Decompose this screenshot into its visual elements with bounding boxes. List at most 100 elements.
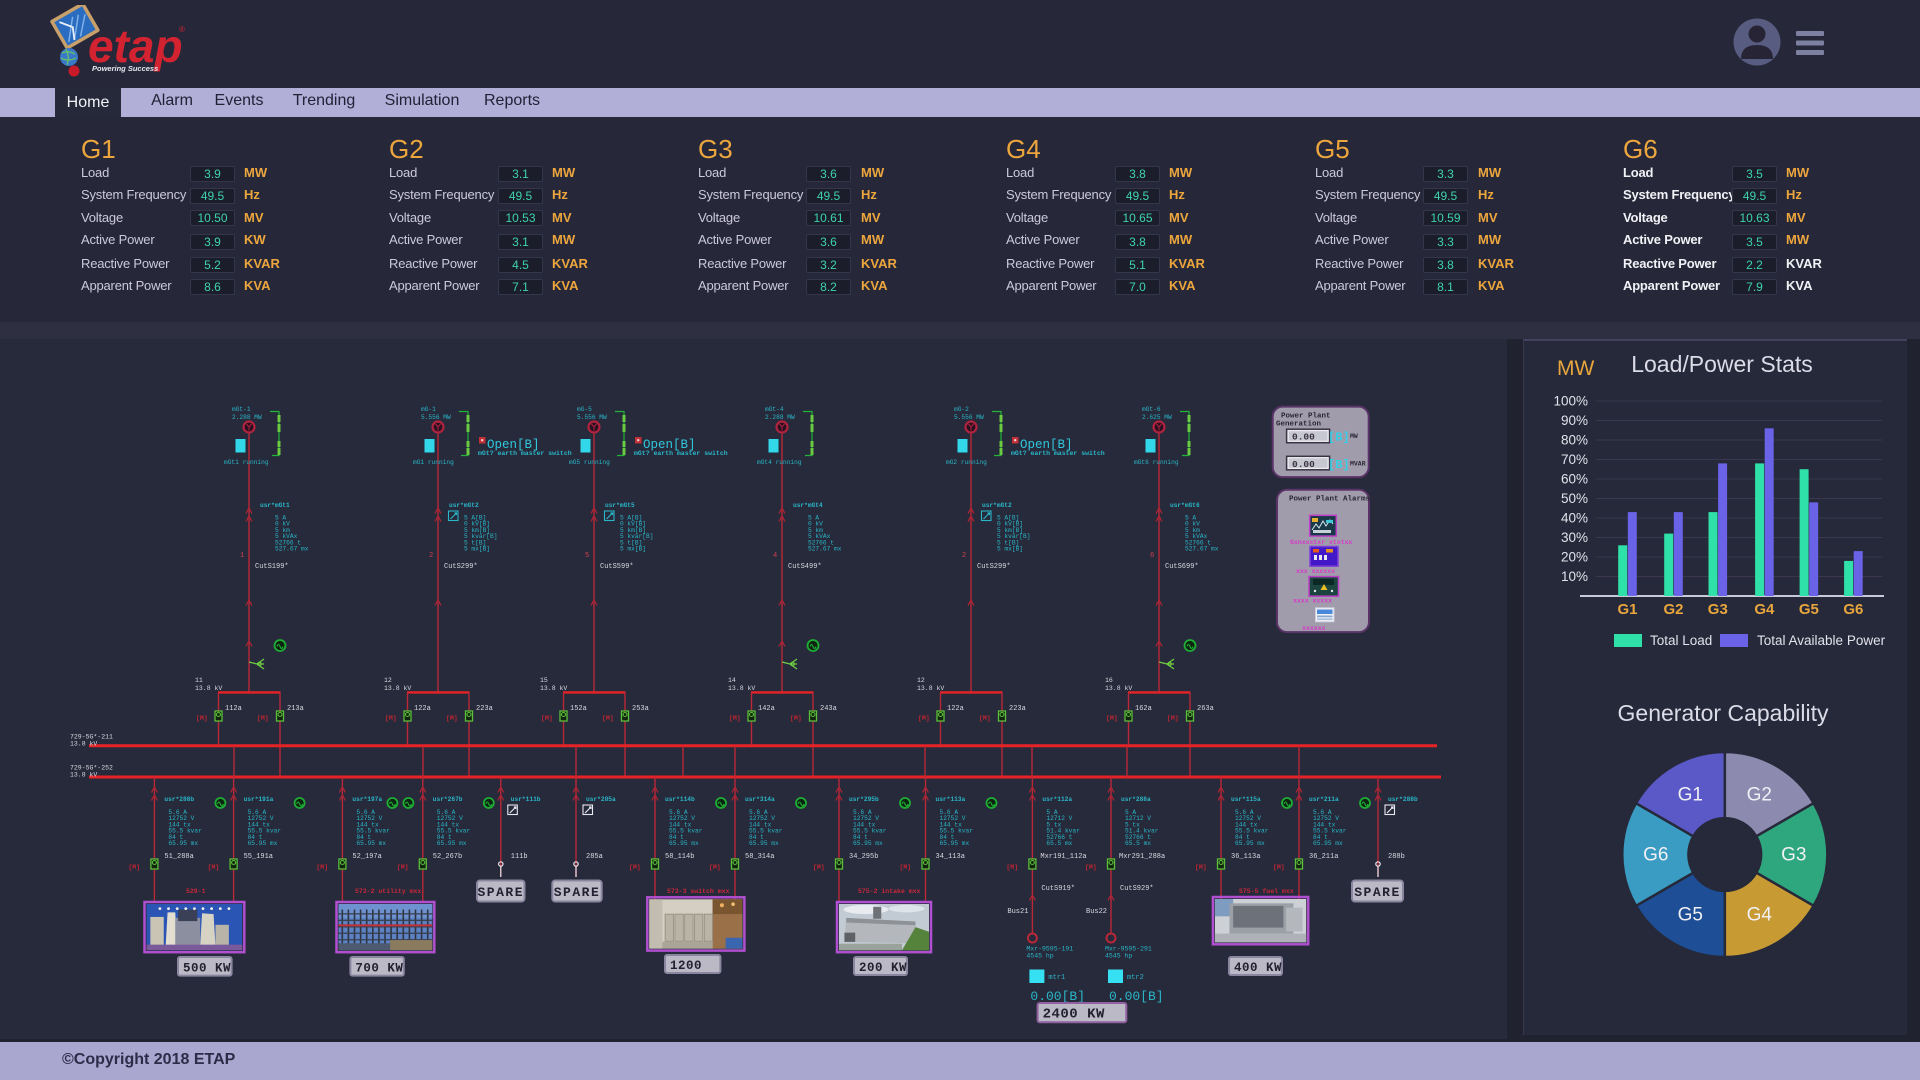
svg-text:4545 hp: 4545 hp — [1026, 953, 1053, 960]
svg-text:usr*115a: usr*115a — [1231, 796, 1261, 803]
svg-text:2.288 MW: 2.288 MW — [765, 414, 795, 421]
svg-text:65.95 mx: 65.95 mx — [168, 840, 198, 847]
svg-text:13.8 kV: 13.8 kV — [917, 685, 944, 692]
svg-text:34_295b: 34_295b — [849, 853, 878, 861]
svg-text:[M]: [M] — [790, 715, 802, 722]
svg-text:5.556 MW: 5.556 MW — [577, 414, 607, 421]
svg-text:[M]: [M] — [257, 715, 269, 722]
svg-text:usr*mGt5: usr*mGt5 — [605, 502, 635, 509]
svg-text:527.67 mx: 527.67 mx — [275, 546, 309, 553]
svg-text:mG-5: mG-5 — [577, 406, 592, 413]
svg-text:58_114b: 58_114b — [665, 853, 694, 861]
svg-text:50%: 50% — [1561, 491, 1588, 506]
svg-text:[M]: [M] — [541, 715, 553, 722]
svg-text:5.556 MW: 5.556 MW — [954, 414, 984, 421]
svg-text:573-2 utility mxx: 573-2 utility mxx — [355, 888, 421, 895]
svg-text:G3: G3 — [1781, 845, 1806, 866]
svg-text:[M]: [M] — [1085, 864, 1097, 871]
svg-text:usr*314a: usr*314a — [745, 796, 775, 803]
svg-text:80%: 80% — [1561, 433, 1588, 448]
svg-text:10%: 10% — [1561, 569, 1588, 584]
svg-text:13.8 kV: 13.8 kV — [195, 685, 222, 692]
svg-text:mG-2: mG-2 — [954, 406, 969, 413]
svg-text:G1: G1 — [1678, 785, 1703, 806]
svg-text:[M]: [M] — [1106, 715, 1118, 722]
svg-text:65.95 mx: 65.95 mx — [940, 840, 970, 847]
svg-text:52_267b: 52_267b — [433, 853, 462, 861]
svg-text:Generation: Generation — [1276, 421, 1322, 429]
svg-text:223a: 223a — [476, 705, 493, 713]
svg-text:CutS599*: CutS599* — [600, 563, 634, 571]
svg-text:[M]: [M] — [1006, 864, 1018, 871]
svg-text:mtr1: mtr1 — [1048, 974, 1065, 982]
svg-text:15: 15 — [540, 677, 548, 684]
svg-text:usr*295b: usr*295b — [849, 796, 879, 803]
svg-text:usr*mGt6: usr*mGt6 — [1170, 502, 1200, 509]
svg-text:[M]: [M] — [729, 715, 741, 722]
svg-text:400 KW: 400 KW — [1234, 961, 1282, 975]
svg-text:5 mx[B]: 5 mx[B] — [620, 546, 646, 553]
svg-text:[M]: [M] — [1273, 864, 1285, 871]
svg-text:®: ® — [179, 25, 185, 34]
svg-text:usr*111b: usr*111b — [511, 796, 541, 803]
svg-text:[M]: [M] — [1167, 715, 1179, 722]
svg-text:usr*114b: usr*114b — [665, 796, 695, 803]
svg-text:CutS919*: CutS919* — [1041, 885, 1075, 893]
svg-text:CutS499*: CutS499* — [788, 563, 822, 571]
svg-text:[M]: [M] — [385, 715, 397, 722]
svg-text:mGt6 running: mGt6 running — [1134, 459, 1179, 466]
svg-text:[M]: [M] — [446, 715, 458, 722]
svg-text:usr*112a: usr*112a — [1042, 796, 1072, 803]
svg-text:13.8 kV: 13.8 kV — [70, 741, 97, 748]
svg-text:mG5 running: mG5 running — [569, 459, 610, 466]
svg-text:MVAR: MVAR — [1350, 460, 1366, 467]
svg-text:65.95 mx: 65.95 mx — [669, 840, 699, 847]
svg-text:527.67 mx: 527.67 mx — [808, 546, 842, 553]
svg-text:mGt4 running: mGt4 running — [757, 459, 802, 466]
svg-text:213a: 213a — [287, 705, 304, 713]
svg-text:mGt1 running: mGt1 running — [224, 459, 269, 466]
svg-text:0.00: 0.00 — [1292, 432, 1315, 443]
svg-text:mG1 running: mG1 running — [413, 459, 454, 466]
svg-text:SPARE: SPARE — [554, 885, 601, 900]
svg-text:100%: 100% — [1553, 394, 1588, 409]
svg-text:G2: G2 — [1747, 785, 1772, 806]
svg-text:Mxr191_112a: Mxr191_112a — [1040, 853, 1086, 861]
svg-text:Power Plant: Power Plant — [1281, 413, 1331, 421]
svg-text:288b: 288b — [1388, 853, 1405, 861]
svg-text:usr*285a: usr*285a — [586, 796, 616, 803]
svg-text:122a: 122a — [947, 705, 964, 713]
svg-text:243a: 243a — [820, 705, 837, 713]
svg-text:65.95 mx: 65.95 mx — [1313, 840, 1343, 847]
svg-text:Load/Power Stats: Load/Power Stats — [1631, 351, 1813, 377]
svg-text:500 KW: 500 KW — [183, 961, 231, 975]
svg-text:[M]: [M] — [979, 715, 991, 722]
svg-text:Power Plant Alarms: Power Plant Alarms — [1289, 496, 1371, 504]
svg-text:CutS299*: CutS299* — [444, 563, 478, 571]
svg-text:65.95 mx: 65.95 mx — [356, 840, 386, 847]
svg-text:263a: 263a — [1197, 705, 1214, 713]
svg-text:G6: G6 — [1643, 845, 1668, 866]
svg-text:G5: G5 — [1678, 904, 1703, 925]
svg-text:G4: G4 — [1754, 601, 1775, 618]
svg-text:573-3 switch mxx: 573-3 switch mxx — [667, 888, 730, 895]
svg-text:mGt? earth master switch: mGt? earth master switch — [634, 450, 728, 457]
svg-text:4: 4 — [773, 552, 777, 560]
svg-text:G2: G2 — [1663, 601, 1683, 618]
svg-text:xxx xxxxxx: xxx xxxxxx — [1296, 568, 1335, 575]
svg-text:1200: 1200 — [670, 959, 702, 973]
svg-text:529-1: 529-1 — [186, 888, 206, 895]
svg-text:SPARE: SPARE — [477, 885, 524, 900]
svg-text:usr*267b: usr*267b — [433, 796, 463, 803]
svg-text:mGt? earth master switch: mGt? earth master switch — [478, 450, 572, 457]
svg-text:[B]: [B] — [1328, 431, 1350, 445]
svg-text:[M]: [M] — [208, 864, 220, 871]
svg-text:5 mx[B]: 5 mx[B] — [464, 546, 490, 553]
svg-text:[M]: [M] — [629, 864, 641, 871]
svg-text:usr*288b: usr*288b — [164, 796, 194, 803]
svg-text:65.95 mx: 65.95 mx — [749, 840, 779, 847]
svg-text:575-5 fuel mxx: 575-5 fuel mxx — [1239, 888, 1294, 895]
svg-text:223a: 223a — [1009, 705, 1026, 713]
svg-text:65.5 mx: 65.5 mx — [1125, 840, 1151, 847]
svg-text:xxxxxx: xxxxxx — [1302, 625, 1326, 632]
